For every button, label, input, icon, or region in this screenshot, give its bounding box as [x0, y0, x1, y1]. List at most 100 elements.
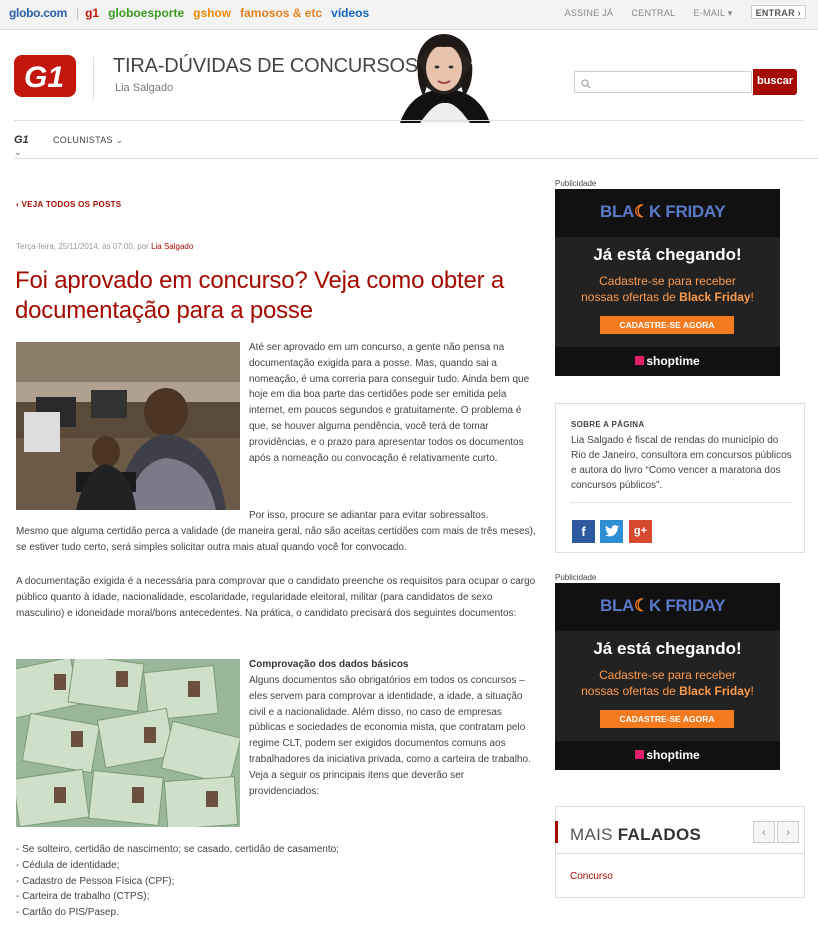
- back-to-posts-link[interactable]: ‹ VEJA TODOS OS POSTS: [16, 200, 121, 209]
- entrar-button[interactable]: ENTRAR ›: [750, 5, 806, 19]
- ad-brand: shoptime: [555, 347, 780, 376]
- ad-headline-b: K FRIDAY: [649, 202, 726, 221]
- documents-list: - Se solteiro, certidão de nascimento; s…: [16, 842, 536, 921]
- next-arrow-icon[interactable]: ›: [777, 821, 799, 843]
- about-text: Lia Salgado é fiscal de rendas do municí…: [571, 435, 792, 491]
- nav-line: [14, 158, 818, 159]
- mais-falados-heading: MAIS FALADOS: [570, 825, 701, 845]
- publicidade-label: Publicidade: [555, 573, 597, 582]
- nav-g1-label: G1: [14, 134, 29, 146]
- globo-portal-links: globo.com | g1 globoesporte gshow famoso…: [9, 6, 378, 20]
- moon-icon: ☾: [634, 596, 649, 615]
- g1-logo[interactable]: G1: [14, 55, 76, 97]
- link-g1[interactable]: g1: [85, 6, 99, 20]
- link-email[interactable]: E-MAIL ▾: [693, 8, 732, 19]
- blog-author: Lia Salgado: [115, 82, 174, 94]
- post-image-documents: [16, 659, 240, 827]
- nav-colunistas-label: COLUNISTAS: [53, 135, 113, 145]
- ad-line2-end: !: [750, 684, 754, 698]
- header-line: [14, 120, 803, 121]
- ad-chegando: Já está chegando!: [593, 639, 742, 658]
- black-friday-ad[interactable]: BLA☾K FRIDAY Já está chegando! Cadastre-…: [555, 583, 780, 770]
- g1-logo-icon: G1: [14, 55, 76, 97]
- list-item: - Carteira de trabalho (CTPS);: [16, 891, 150, 903]
- post-author-link[interactable]: Lia Salgado: [151, 242, 193, 251]
- facebook-icon[interactable]: f: [572, 520, 595, 543]
- link-globoesporte[interactable]: globoesporte: [108, 6, 184, 20]
- ad-headline-a: BLA: [600, 596, 635, 615]
- ad-cadastre-button[interactable]: CADASTRE-SE AGORA: [600, 710, 734, 728]
- paragraph-1: Até ser aprovado em um concurso, a gente…: [249, 342, 530, 464]
- mais-label: MAIS: [570, 825, 613, 844]
- ad-chegando: Já está chegando!: [593, 245, 742, 264]
- account-links: ASSINE JÁ CENTRAL E-MAIL ▾ ENTRAR ›: [565, 5, 806, 19]
- ad-brand: shoptime: [555, 741, 780, 770]
- search-icon: [581, 76, 591, 94]
- accent-bar: [555, 821, 558, 843]
- ad-line1: Cadastre-se para receber: [599, 274, 736, 288]
- prev-arrow-icon[interactable]: ‹: [753, 821, 775, 843]
- ad-header: BLA☾K FRIDAY: [555, 583, 780, 631]
- ad-brand-label: shoptime: [646, 354, 700, 368]
- ad-brand-label: shoptime: [646, 748, 700, 762]
- link-assine[interactable]: ASSINE JÁ: [565, 8, 614, 19]
- search-input[interactable]: [574, 71, 752, 93]
- ad-headline: BLA☾K FRIDAY: [600, 202, 726, 222]
- falados-label: FALADOS: [617, 825, 702, 844]
- ad-line2-end: !: [750, 290, 754, 304]
- about-divider: [571, 502, 791, 503]
- paragraph-2-start: Por isso, procure se adiantar para evita…: [249, 510, 489, 521]
- ad-headline-b: K FRIDAY: [649, 596, 726, 615]
- ad-header: BLA☾K FRIDAY: [555, 189, 780, 237]
- entrar-label: ENTRAR: [755, 8, 795, 18]
- search-button[interactable]: buscar: [753, 69, 797, 95]
- blog-title[interactable]: TIRA-DÚVIDAS DE CONCURSOS: [113, 55, 418, 78]
- separator: |: [75, 6, 80, 20]
- mais-falados-item[interactable]: Concurso: [570, 871, 613, 882]
- blog-header: G1 TIRA-DÚVIDAS DE CONCURSOS Lia Salgado…: [0, 31, 818, 123]
- mais-divider: [556, 853, 804, 854]
- black-friday-ad[interactable]: BLA☾K FRIDAY Já está chegando! Cadastre-…: [555, 189, 780, 376]
- list-item: - Se solteiro, certidão de nascimento; s…: [16, 844, 339, 855]
- list-item: - Cédula de identidade;: [16, 859, 120, 871]
- ad-cadastre-button[interactable]: CADASTRE-SE AGORA: [600, 316, 734, 334]
- ad-line1: Cadastre-se para receber: [599, 668, 736, 682]
- paragraph-2-rest: Mesmo que alguma certidão perca a valida…: [16, 526, 536, 553]
- section-subtitle: Comprovação dos dados básicos: [249, 659, 409, 670]
- ad-line2-bold: Black Friday: [679, 684, 751, 698]
- nav-g1-menu[interactable]: G1 ⌄: [14, 134, 29, 158]
- link-central[interactable]: CENTRAL: [631, 8, 675, 19]
- nav-colunistas-menu[interactable]: COLUNISTAS ⌄: [53, 135, 124, 146]
- about-heading: SOBRE A PÁGINA: [571, 420, 645, 429]
- paragraph-4: Alguns documentos são obrigatórios em to…: [249, 675, 531, 797]
- ad-headline: BLA☾K FRIDAY: [600, 596, 726, 616]
- email-label: E-MAIL: [693, 8, 725, 18]
- ad-copy: Cadastre-se para receber nossas ofertas d…: [555, 273, 780, 305]
- google-plus-icon[interactable]: g+: [629, 520, 652, 543]
- ad-copy: Cadastre-se para receber nossas ofertas d…: [555, 667, 780, 699]
- header-divider: [93, 57, 94, 99]
- link-videos[interactable]: vídeos: [331, 6, 369, 20]
- back-link-label: VEJA TODOS OS POSTS: [21, 200, 122, 209]
- about-page-box: SOBRE A PÁGINA Lia Salgado é fiscal de r…: [555, 403, 805, 553]
- list-item: - Cadastro de Pessoa Física (CPF);: [16, 875, 175, 887]
- shoptime-logo-icon: [635, 750, 645, 759]
- ad-line2: nossas ofertas de: [581, 684, 676, 698]
- chevron-down-icon: ▾: [727, 8, 733, 18]
- list-item: - Cartão do PIS/Pasep.: [16, 907, 119, 919]
- ad-line2-bold: Black Friday: [679, 290, 751, 304]
- link-globo-com[interactable]: globo.com: [9, 6, 67, 20]
- shoptime-logo-icon: [635, 356, 645, 365]
- svg-text:G1: G1: [24, 61, 64, 94]
- ad-headline-a: BLA: [600, 202, 635, 221]
- author-photo: [380, 31, 510, 123]
- link-famosos[interactable]: famosos & etc: [240, 6, 322, 20]
- post-meta: Terça-feira, 25/11/2014, às 07:00, por L…: [16, 242, 193, 251]
- twitter-icon[interactable]: [600, 520, 623, 543]
- chevron-down-icon: ⌄: [115, 135, 124, 145]
- globo-top-bar: globo.com | g1 globoesporte gshow famoso…: [0, 0, 818, 30]
- chevron-down-icon: ⌄: [14, 147, 22, 157]
- ad-line2: nossas ofertas de: [581, 290, 676, 304]
- link-gshow[interactable]: gshow: [193, 6, 231, 20]
- post-image-office: [16, 342, 240, 510]
